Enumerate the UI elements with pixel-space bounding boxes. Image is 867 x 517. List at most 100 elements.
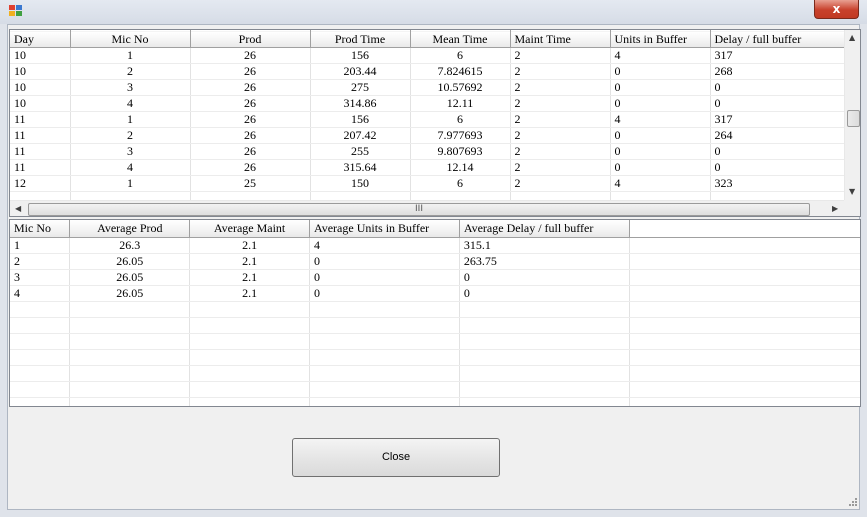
table-row[interactable]: 11 3 26 255 9.807693 2 0 0 bbox=[10, 143, 845, 160]
table-cell[interactable]: 3 bbox=[70, 79, 191, 96]
table-cell[interactable]: 0 bbox=[710, 95, 845, 112]
table-cell[interactable]: 2 bbox=[70, 63, 191, 80]
table-cell[interactable]: 0 bbox=[710, 79, 845, 96]
table-cell[interactable]: 0 bbox=[610, 143, 711, 160]
table-cell[interactable]: 0 bbox=[610, 127, 711, 144]
table-cell[interactable]: 4 bbox=[70, 159, 191, 176]
table-cell[interactable]: 2 bbox=[510, 159, 611, 176]
table-cell[interactable]: 317 bbox=[710, 47, 845, 64]
table-cell[interactable]: 6 bbox=[410, 175, 511, 192]
table-cell[interactable]: 2 bbox=[510, 175, 611, 192]
col-header-units-in-buffer[interactable]: Units in Buffer bbox=[610, 30, 711, 48]
horizontal-scroll-thumb[interactable]: III bbox=[28, 203, 810, 216]
table-cell[interactable]: 6 bbox=[410, 111, 511, 128]
table-cell[interactable]: 2 bbox=[510, 111, 611, 128]
table-cell[interactable]: 3 bbox=[70, 143, 191, 160]
col-header-mic-no[interactable]: Mic No bbox=[10, 220, 71, 238]
table-cell[interactable]: 26 bbox=[190, 159, 311, 176]
table-cell[interactable]: 314.86 bbox=[310, 95, 411, 112]
col-header-prod-time[interactable]: Prod Time bbox=[310, 30, 411, 48]
table-cell[interactable]: 0 bbox=[610, 63, 711, 80]
table-cell[interactable]: 11 bbox=[10, 127, 71, 144]
table-cell[interactable]: 10 bbox=[10, 47, 71, 64]
table-cell[interactable]: 2 bbox=[10, 253, 71, 270]
table-row[interactable]: 10 3 26 275 10.57692 2 0 0 bbox=[10, 79, 845, 96]
table-cell[interactable]: 26.05 bbox=[69, 253, 191, 270]
table-cell[interactable]: 26 bbox=[190, 95, 311, 112]
table-cell[interactable]: 315.1 bbox=[459, 237, 630, 254]
table-cell[interactable]: 1 bbox=[10, 237, 71, 254]
table-cell[interactable]: 0 bbox=[309, 269, 460, 286]
table-cell[interactable]: 12.11 bbox=[410, 95, 511, 112]
table-cell[interactable]: 1 bbox=[70, 47, 191, 64]
table-cell[interactable]: 10 bbox=[10, 79, 71, 96]
table-cell[interactable]: 156 bbox=[310, 47, 411, 64]
table-cell[interactable]: 207.42 bbox=[310, 127, 411, 144]
table-cell[interactable]: 2 bbox=[510, 95, 611, 112]
table-cell[interactable]: 2.1 bbox=[189, 285, 310, 302]
summary-grid[interactable]: Mic No Average Prod Average Maint Averag… bbox=[9, 219, 861, 407]
table-cell[interactable]: 0 bbox=[610, 159, 711, 176]
table-row[interactable]: 10 1 26 156 6 2 4 317 bbox=[10, 47, 845, 64]
table-cell[interactable]: 0 bbox=[309, 285, 460, 302]
table-cell[interactable]: 4 bbox=[70, 95, 191, 112]
window-close-button[interactable]: x bbox=[814, 0, 859, 19]
table-cell[interactable]: 7.824615 bbox=[410, 63, 511, 80]
table-cell[interactable]: 11 bbox=[10, 159, 71, 176]
table-cell[interactable]: 2 bbox=[510, 127, 611, 144]
table-row[interactable]: 12 1 25 150 6 2 4 323 bbox=[10, 175, 845, 192]
scroll-down-icon[interactable]: ▼ bbox=[849, 187, 855, 196]
table-cell[interactable]: 12 bbox=[10, 175, 71, 192]
table-cell[interactable]: 4 bbox=[610, 47, 711, 64]
table-cell[interactable]: 2 bbox=[510, 79, 611, 96]
table-cell[interactable]: 263.75 bbox=[459, 253, 630, 270]
table-cell[interactable]: 323 bbox=[710, 175, 845, 192]
table-cell[interactable]: 26 bbox=[190, 79, 311, 96]
table-cell[interactable]: 2 bbox=[510, 143, 611, 160]
table-cell[interactable]: 275 bbox=[310, 79, 411, 96]
table-cell[interactable]: 2.1 bbox=[189, 253, 310, 270]
table-cell[interactable]: 26 bbox=[190, 127, 311, 144]
detail-grid[interactable]: Day Mic No Prod Prod Time Mean Time Main… bbox=[9, 29, 861, 217]
table-row[interactable]: 11 2 26 207.42 7.977693 2 0 264 bbox=[10, 127, 845, 144]
col-header-prod[interactable]: Prod bbox=[190, 30, 311, 48]
table-cell[interactable]: 10.57692 bbox=[410, 79, 511, 96]
col-header-average-delay-full-buffer[interactable]: Average Delay / full buffer bbox=[459, 220, 630, 238]
resize-grip-icon[interactable] bbox=[846, 497, 858, 509]
close-button[interactable]: Close bbox=[292, 438, 500, 477]
table-cell[interactable]: 203.44 bbox=[310, 63, 411, 80]
table-cell[interactable]: 26 bbox=[190, 143, 311, 160]
scroll-up-icon[interactable]: ▲ bbox=[849, 33, 855, 42]
table-cell[interactable]: 4 bbox=[10, 285, 71, 302]
table-row[interactable]: 3 26.05 2.1 0 0 bbox=[10, 269, 860, 286]
detail-horizontal-scrollbar[interactable]: ◀ III ▶ bbox=[10, 200, 844, 216]
col-header-day[interactable]: Day bbox=[10, 30, 71, 48]
table-cell[interactable]: 2.1 bbox=[189, 269, 310, 286]
col-header-average-prod[interactable]: Average Prod bbox=[69, 220, 191, 238]
table-cell[interactable]: 2 bbox=[510, 47, 611, 64]
table-cell[interactable]: 0 bbox=[710, 143, 845, 160]
table-cell[interactable]: 255 bbox=[310, 143, 411, 160]
table-cell[interactable]: 10 bbox=[10, 95, 71, 112]
table-cell[interactable]: 0 bbox=[459, 269, 630, 286]
table-cell[interactable]: 1 bbox=[70, 111, 191, 128]
table-row[interactable]: 10 4 26 314.86 12.11 2 0 0 bbox=[10, 95, 845, 112]
table-cell[interactable]: 11 bbox=[10, 143, 71, 160]
table-row[interactable]: 11 1 26 156 6 2 4 317 bbox=[10, 111, 845, 128]
scroll-right-icon[interactable]: ▶ bbox=[832, 204, 838, 213]
table-cell[interactable]: 4 bbox=[610, 111, 711, 128]
table-cell[interactable]: 4 bbox=[610, 175, 711, 192]
table-row[interactable]: 10 2 26 203.44 7.824615 2 0 268 bbox=[10, 63, 845, 80]
table-cell[interactable]: 26.05 bbox=[69, 269, 191, 286]
table-cell[interactable]: 0 bbox=[610, 95, 711, 112]
table-cell[interactable]: 2.1 bbox=[189, 237, 310, 254]
table-cell[interactable]: 0 bbox=[459, 285, 630, 302]
table-cell[interactable]: 26.3 bbox=[69, 237, 191, 254]
table-cell[interactable]: 150 bbox=[310, 175, 411, 192]
table-row[interactable]: 1 26.3 2.1 4 315.1 bbox=[10, 237, 860, 254]
table-cell[interactable]: 0 bbox=[610, 79, 711, 96]
table-cell[interactable]: 9.807693 bbox=[410, 143, 511, 160]
table-cell[interactable]: 317 bbox=[710, 111, 845, 128]
scroll-left-icon[interactable]: ◀ bbox=[15, 204, 21, 213]
table-cell[interactable]: 264 bbox=[710, 127, 845, 144]
